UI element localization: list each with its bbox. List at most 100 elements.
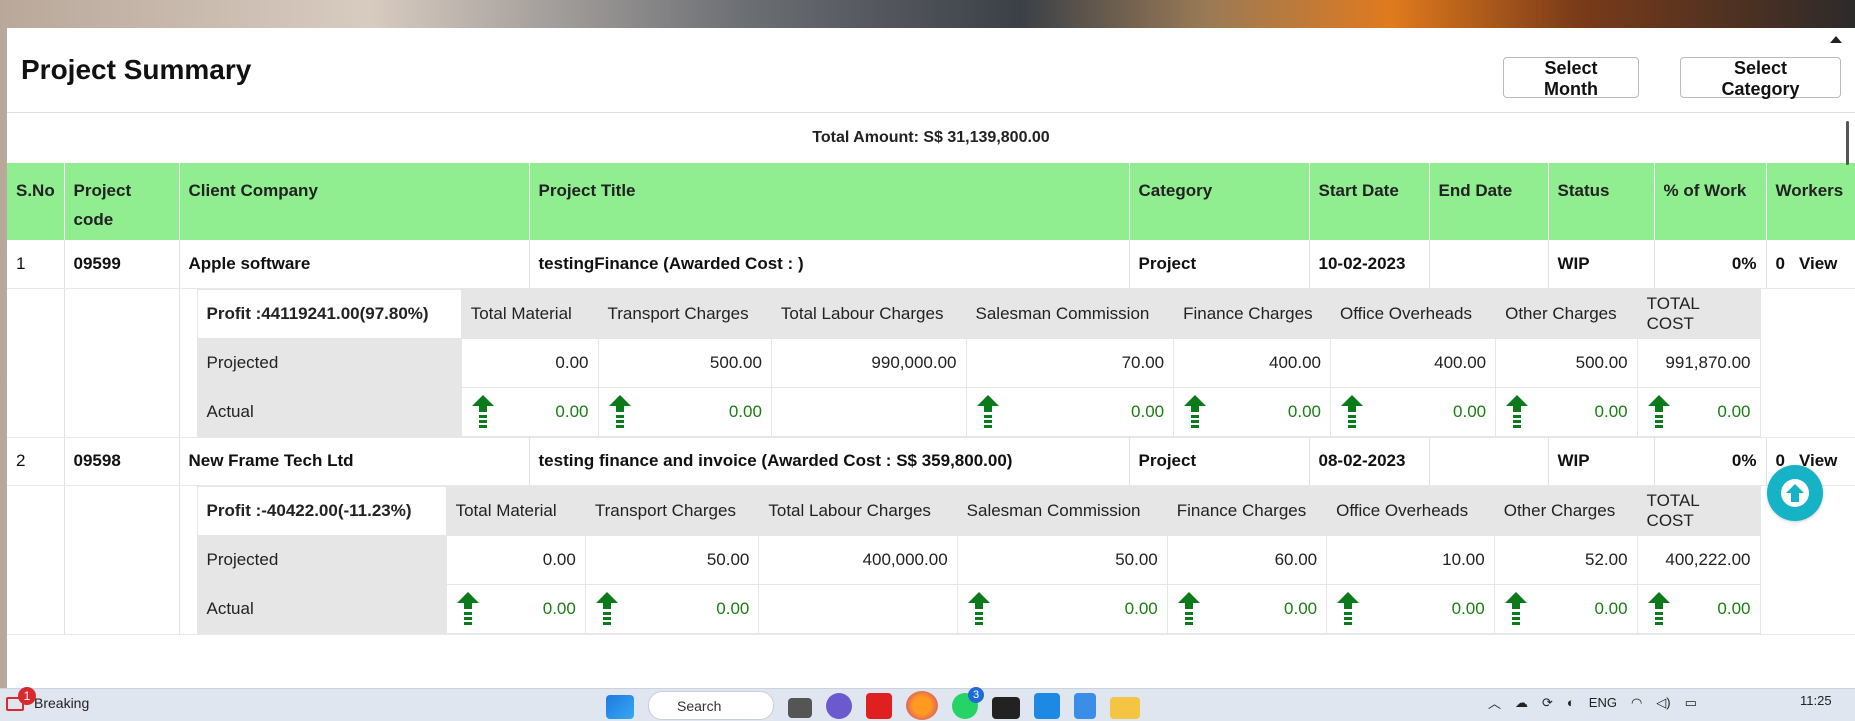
cost-column-header: Total Material bbox=[445, 485, 586, 536]
projected-value: 500.00 bbox=[1495, 337, 1638, 388]
news-widget[interactable]: 1 Breaking bbox=[6, 687, 89, 713]
vscode-icon[interactable] bbox=[1034, 692, 1060, 719]
cost-breakdown-cell: Profit :-40422.00(-11.23%) Total Material… bbox=[179, 485, 1855, 635]
language-indicator[interactable]: ENG bbox=[1589, 695, 1617, 710]
project-table: S.No Project code Client Company Project… bbox=[7, 163, 1855, 635]
cost-column-header: Other Charges bbox=[1495, 288, 1638, 339]
actual-value-cell: 0.00 bbox=[965, 386, 1175, 437]
clock[interactable]: 11:25 bbox=[1800, 693, 1832, 708]
chevron-up-icon[interactable]: ︿ bbox=[1488, 693, 1501, 712]
cost-table: Profit :-40422.00(-11.23%) Total Material… bbox=[196, 485, 1761, 634]
projected-value: 50.00 bbox=[584, 534, 760, 585]
cost-column-header: Salesman Commission bbox=[965, 288, 1175, 339]
actual-value: 0.00 bbox=[1594, 598, 1628, 618]
actual-value bbox=[758, 583, 958, 634]
end-date-cell bbox=[1429, 240, 1549, 289]
select-category-button[interactable]: Select Category bbox=[1680, 57, 1841, 99]
cost-breakdown-row: Profit :44119241.00(97.80%) Total Materia… bbox=[7, 288, 1855, 438]
actual-label: Actual bbox=[196, 386, 462, 437]
arrow-up-icon bbox=[456, 591, 479, 625]
projected-value: 400,000.00 bbox=[758, 534, 958, 585]
whatsapp-badge: 3 bbox=[968, 686, 984, 703]
actual-row: Actual 0.00 0.00 0.00 0.00 0.00 0.00 0.00 bbox=[196, 583, 1761, 634]
file-explorer-icon[interactable] bbox=[1110, 696, 1140, 719]
yandex-icon[interactable] bbox=[866, 692, 892, 719]
projected-value: 400.00 bbox=[1329, 337, 1497, 388]
projected-value: 990,000.00 bbox=[770, 337, 967, 388]
terminal-icon[interactable] bbox=[992, 696, 1020, 719]
cost-column-header: Total Labour Charges bbox=[770, 288, 967, 339]
wifi-icon[interactable]: ◠ bbox=[1631, 695, 1642, 711]
notepad-icon[interactable] bbox=[1074, 692, 1096, 719]
cloud-icon[interactable]: ☁ bbox=[1515, 695, 1528, 711]
start-date-cell: 08-02-2023 bbox=[1309, 437, 1430, 486]
project-code-cell[interactable]: 09598 bbox=[64, 437, 180, 486]
category-cell: Project bbox=[1129, 437, 1310, 486]
cost-column-header: Salesman Commission bbox=[956, 485, 1168, 536]
cost-column-header: Office Overheads bbox=[1326, 485, 1495, 536]
arrow-up-icon bbox=[1504, 591, 1527, 625]
windows-start-icon[interactable] bbox=[606, 695, 634, 719]
teams-icon[interactable] bbox=[826, 692, 852, 719]
sno-cell: 2 bbox=[7, 437, 65, 486]
table-row[interactable]: 2 09598 New Frame Tech Ltd testing finance … bbox=[7, 437, 1855, 486]
taskbar: 1 Breaking Search 3 ︿ ☁ ⟳ ◐ ENG ◠ ◁) ▭ 1… bbox=[0, 686, 1855, 721]
task-view-icon[interactable] bbox=[788, 698, 812, 718]
projected-value: 50.00 bbox=[956, 534, 1168, 585]
page-title: Project Summary bbox=[21, 54, 252, 85]
empty-cell bbox=[7, 288, 65, 438]
category-cell: Project bbox=[1129, 240, 1310, 289]
actual-value-cell: 0.00 bbox=[1166, 583, 1328, 634]
scroll-to-top-button[interactable] bbox=[1767, 465, 1823, 521]
projected-label: Projected bbox=[196, 337, 462, 388]
actual-value-cell: 0.00 bbox=[1493, 583, 1638, 634]
arrow-up-icon bbox=[1177, 591, 1200, 625]
column-header: Workers bbox=[1766, 163, 1855, 240]
system-tray: ︿ ☁ ⟳ ◐ ENG ◠ ◁) ▭ bbox=[1488, 693, 1697, 712]
app-tray-icon[interactable]: ◐ bbox=[1567, 695, 1575, 710]
total-amount: Total Amount: S$ 31,139,800.00 bbox=[812, 129, 1050, 146]
sync-icon[interactable]: ⟳ bbox=[1542, 695, 1553, 711]
client-company-cell[interactable]: New Frame Tech Ltd bbox=[179, 437, 530, 486]
actual-value-cell: 0.00 bbox=[445, 583, 586, 634]
view-link[interactable]: View bbox=[1799, 254, 1837, 274]
whatsapp-icon[interactable]: 3 bbox=[952, 686, 984, 719]
actual-value: 0.00 bbox=[1131, 401, 1165, 421]
cost-column-header: TOTAL COST bbox=[1636, 288, 1761, 339]
taskbar-search[interactable]: Search bbox=[648, 691, 774, 720]
actual-value-cell: 0.00 bbox=[956, 583, 1168, 634]
project-table-container[interactable]: Total Amount: S$ 31,139,800.00 S.No Proj… bbox=[7, 112, 1855, 688]
actual-value: 0.00 bbox=[1717, 598, 1751, 618]
workers-cell: 0 View bbox=[1766, 240, 1855, 289]
scrollbar[interactable] bbox=[1846, 121, 1849, 165]
collapse-caret-icon[interactable] bbox=[1830, 36, 1842, 43]
firefox-icon[interactable] bbox=[906, 691, 938, 720]
cost-column-header: Transport Charges bbox=[584, 485, 760, 536]
actual-value bbox=[770, 386, 967, 437]
actual-row: Actual 0.00 0.00 0.00 0.00 0.00 0.00 0.00 bbox=[196, 386, 1761, 437]
actual-value-cell: 0.00 bbox=[1636, 386, 1761, 437]
profit-label: Profit :44119241.00(97.80%) bbox=[196, 288, 462, 339]
actual-value: 0.00 bbox=[1284, 598, 1318, 618]
actual-value: 0.00 bbox=[1451, 598, 1485, 618]
actual-value-cell: 0.00 bbox=[1495, 386, 1638, 437]
battery-icon[interactable]: ▭ bbox=[1685, 695, 1697, 711]
notification-badge: 1 bbox=[18, 687, 36, 705]
column-header: Category bbox=[1129, 163, 1310, 240]
actual-value-cell: 0.00 bbox=[597, 386, 772, 437]
select-month-button[interactable]: Select Month bbox=[1503, 57, 1639, 99]
table-row[interactable]: 1 09599 Apple software testingFinance (Awar… bbox=[7, 240, 1855, 289]
arrow-up-icon bbox=[1781, 479, 1809, 507]
empty-cell bbox=[7, 485, 65, 635]
actual-value: 0.00 bbox=[1594, 401, 1628, 421]
client-company-cell: Apple software bbox=[179, 240, 530, 289]
workers-count: 0 bbox=[1775, 253, 1785, 273]
project-code-cell: 09599 bbox=[64, 240, 180, 289]
cost-breakdown-cell: Profit :44119241.00(97.80%) Total Materia… bbox=[179, 288, 1855, 438]
start-date-cell: 10-02-2023 bbox=[1309, 240, 1430, 289]
empty-cell bbox=[64, 288, 180, 438]
projected-value: 10.00 bbox=[1326, 534, 1495, 585]
cost-breakdown-row: Profit :-40422.00(-11.23%) Total Material… bbox=[7, 485, 1855, 635]
volume-icon[interactable]: ◁) bbox=[1656, 695, 1670, 711]
column-header: Project code bbox=[64, 163, 180, 240]
